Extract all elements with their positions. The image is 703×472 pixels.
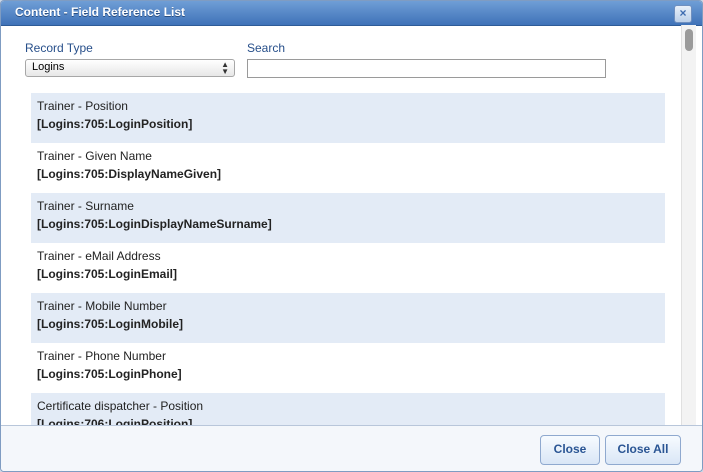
field-name: Trainer - Position	[37, 99, 128, 113]
field-reference: [Logins:705:LoginEmail]	[37, 267, 178, 281]
field-list: Trainer - Position [Logins:705:LoginPosi…	[31, 93, 665, 425]
list-item[interactable]: Trainer - Given Name [Logins:705:Display…	[31, 143, 665, 193]
field-name: Certificate dispatcher - Position	[37, 399, 204, 413]
close-button[interactable]: Close	[540, 435, 600, 465]
close-icon[interactable]: ×	[674, 5, 692, 23]
list-item[interactable]: Trainer - Mobile Number [Logins:705:Logi…	[31, 293, 665, 343]
dialog-titlebar[interactable]: Content - Field Reference List ×	[1, 1, 702, 26]
field-reference: [Logins:706:LoginPosition]	[37, 417, 193, 425]
record-type-select[interactable]: Logins ▲ ▼	[25, 59, 235, 77]
updown-arrow-icon: ▲ ▼	[221, 60, 229, 76]
field-reference-dialog: Content - Field Reference List × Record …	[0, 0, 703, 472]
search-input[interactable]	[247, 59, 606, 78]
list-item[interactable]: Trainer - Position [Logins:705:LoginPosi…	[31, 93, 665, 143]
field-name: Trainer - eMail Address	[37, 249, 161, 263]
list-item[interactable]: Trainer - Phone Number [Logins:705:Login…	[31, 343, 665, 393]
dialog-title: Content - Field Reference List	[15, 5, 186, 19]
search-label: Search	[247, 41, 286, 55]
field-reference: [Logins:705:LoginMobile]	[37, 317, 183, 331]
field-name: Trainer - Mobile Number	[37, 299, 167, 313]
field-reference: [Logins:705:LoginPosition]	[37, 117, 193, 131]
list-item[interactable]: Trainer - Surname [Logins:705:LoginDispl…	[31, 193, 665, 243]
scrollbar-thumb[interactable]	[685, 29, 693, 51]
record-type-value: Logins	[32, 61, 65, 73]
field-name: Trainer - Given Name	[37, 149, 152, 163]
field-name: Trainer - Phone Number	[37, 349, 166, 363]
list-scrollbar[interactable]	[681, 25, 696, 425]
list-item[interactable]: Certificate dispatcher - Position [Login…	[31, 393, 665, 425]
record-type-label: Record Type	[25, 41, 93, 55]
field-reference: [Logins:705:DisplayNameGiven]	[37, 167, 222, 181]
close-all-button[interactable]: Close All	[605, 435, 681, 465]
field-name: Trainer - Surname	[37, 199, 134, 213]
field-reference: [Logins:705:LoginDisplayNameSurname]	[37, 217, 272, 231]
field-reference: [Logins:705:LoginPhone]	[37, 367, 182, 381]
list-item[interactable]: Trainer - eMail Address [Logins:705:Logi…	[31, 243, 665, 293]
dialog-footer: Close Close All	[1, 425, 702, 471]
